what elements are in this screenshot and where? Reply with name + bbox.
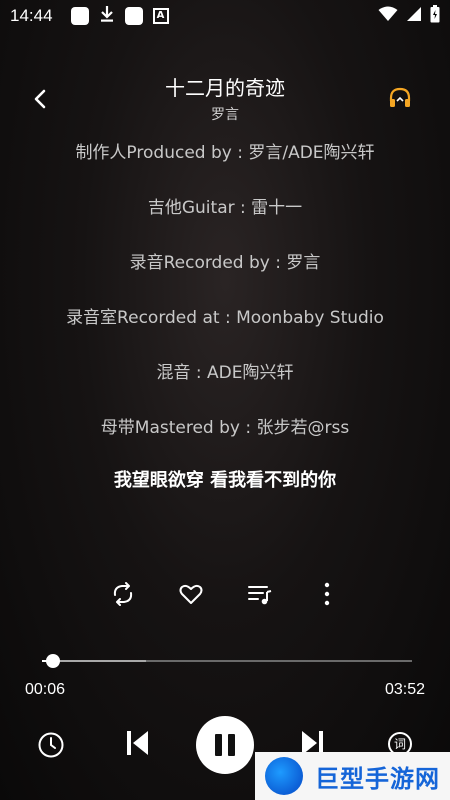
skip-previous-icon	[127, 731, 148, 755]
current-lyric-line: 我望眼欲穿 看我看不到的你	[113, 470, 337, 491]
more-button[interactable]	[314, 581, 340, 607]
clock-icon	[38, 732, 64, 758]
sleep-timer-button[interactable]	[37, 731, 65, 763]
repeat-icon	[113, 582, 133, 606]
status-bar: 14:44 A	[0, 0, 450, 32]
pause-button[interactable]	[196, 716, 254, 774]
playlist-button[interactable]	[247, 581, 273, 607]
download-icon	[99, 5, 115, 27]
progress-thumb[interactable]	[46, 654, 61, 668]
total-time: 03:52	[384, 681, 425, 698]
previous-button[interactable]	[124, 728, 152, 762]
favorite-button[interactable]	[178, 581, 204, 607]
headphone-button[interactable]	[388, 86, 412, 110]
headphone-icon	[389, 87, 411, 107]
battery-icon	[430, 5, 440, 27]
more-icon	[324, 582, 330, 606]
lyric-line: 混音 : ADE陶兴轩	[156, 363, 294, 383]
lyric-line: 录音室Recorded at : Moonbaby Studio	[66, 308, 384, 328]
lyric-line: 录音Recorded by : 罗言	[129, 253, 321, 273]
repeat-button[interactable]	[110, 581, 136, 607]
status-indicators	[378, 5, 440, 27]
watermark: 巨型手游网	[255, 752, 450, 800]
notification-square-icon	[70, 7, 89, 25]
elapsed-time: 00:06	[25, 681, 66, 698]
notification-square-icon	[124, 7, 143, 25]
watermark-text: 巨型手游网	[315, 764, 440, 793]
lyrics-view[interactable]: 制作人Produced by : 罗言/ADE陶兴轩 吉他Guitar : 雷十…	[0, 120, 450, 520]
song-title: 十二月的奇迹	[165, 76, 285, 100]
action-row	[0, 575, 450, 611]
status-time: 14:44	[10, 6, 53, 25]
progress-slider[interactable]	[42, 654, 412, 668]
watermark-logo-icon	[265, 757, 303, 795]
heart-icon	[179, 584, 203, 604]
a-box-icon: A	[152, 8, 169, 24]
lyric-line: 制作人Produced by : 罗言/ADE陶兴轩	[75, 143, 375, 163]
wifi-icon	[378, 6, 398, 26]
pause-icon	[215, 734, 222, 756]
signal-icon	[406, 6, 422, 26]
lyric-line: 母带Mastered by : 张步若@rss	[100, 418, 350, 438]
lyric-line: 吉他Guitar : 雷十一	[147, 198, 303, 218]
playlist-icon	[248, 586, 272, 605]
